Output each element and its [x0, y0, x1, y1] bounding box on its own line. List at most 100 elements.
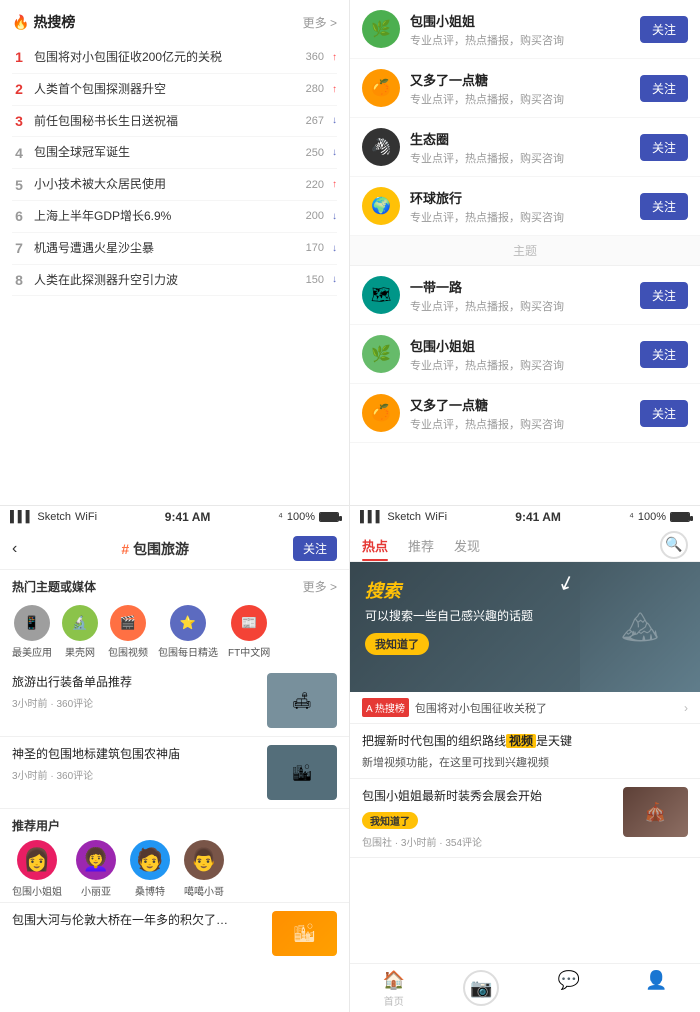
search-circle-button[interactable]: 🔍: [660, 531, 688, 559]
hot-list-item[interactable]: 4 包围全球冠军诞生 250 ↓: [12, 137, 337, 169]
status-bar-travel: ▌▌▌ Sketch WiFi 9:41 AM ⁴ 100%: [0, 506, 349, 528]
topic-item[interactable]: 🎬 包围视频: [108, 605, 148, 659]
follow-item[interactable]: 🌍 环球旅行 专业点评，热点播报，购买咨询 关注: [350, 177, 700, 236]
more-link[interactable]: 更多 >: [303, 14, 337, 31]
user-emoji: 👩‍🦱: [82, 847, 109, 873]
follow-item[interactable]: 🦓 生态圈 专业点评，热点播报，购买咨询 关注: [350, 118, 700, 177]
last-article-title: 包围大河与伦敦大桥在一年多的积欠了…: [12, 913, 228, 927]
hot-item-text: 上海上半年GDP增长6.9%: [34, 208, 298, 225]
rec-user-avatar: 🧑: [130, 840, 170, 880]
follow-name: 一带一路: [410, 277, 630, 296]
article-title: 神圣的包围地标建筑包围农神庙: [12, 745, 259, 763]
rec-user[interactable]: 👨 噶噶小哥: [184, 840, 224, 898]
hot-list-item[interactable]: 8 人类在此探测器升空引力波 150 ↓: [12, 265, 337, 297]
last-article[interactable]: 包围大河与伦敦大桥在一年多的积欠了… 🏙: [0, 902, 349, 964]
hot-num: 170: [306, 242, 324, 254]
camera-circle-button[interactable]: 📷: [463, 970, 499, 1006]
hot-num: 150: [306, 274, 324, 286]
topic-label: 果壳网: [65, 644, 95, 659]
topic-item[interactable]: 📰 FT中文网: [228, 605, 270, 659]
bottom-nav-home[interactable]: 🏠 首页: [350, 970, 438, 1008]
bottom-nav-messages[interactable]: 💬: [525, 970, 613, 1008]
follow-item[interactable]: 🗺 一带一路 专业点评，热点播报，购买咨询 关注: [350, 266, 700, 325]
bluetooth-icon: ⁴: [278, 511, 283, 523]
known-badge[interactable]: 我知道了: [362, 812, 418, 829]
follow-button[interactable]: 关注: [640, 134, 688, 161]
hot-rank: 7: [12, 240, 26, 256]
hot-list-item[interactable]: 5 小小技术被大众居民使用 220 ↑: [12, 169, 337, 201]
disc-card-2-title: 包围小姐姐最新时装秀会展会开始: [362, 787, 615, 805]
arrow-annotation: ↙: [554, 568, 578, 597]
follow-button[interactable]: 关注: [640, 341, 688, 368]
topic-item[interactable]: ⭐ 包围每日精选: [158, 605, 218, 659]
disc-card-2[interactable]: 包围小姐姐最新时装秀会展会开始 我知道了 包围社 · 3小时前 · 354评论 …: [350, 779, 700, 858]
hot-item-text: 人类首个包围探测器升空: [34, 81, 298, 98]
rec-user[interactable]: 👩 包围小姐姐: [12, 840, 62, 898]
hot-topics-header: 热门主题或媒体 更多 >: [0, 570, 349, 599]
discovery-tabs: 热点 推荐 发现 🔍: [350, 528, 700, 562]
hot-list-item[interactable]: 1 包围将对小包围征收200亿元的关税 360 ↑: [12, 42, 337, 74]
hot-strip-text: 包围将对小包围征收关税了: [415, 700, 678, 716]
follow-item[interactable]: 🍊 又多了一点糖 专业点评，热点播报，购买咨询 关注: [350, 384, 700, 443]
battery-label: 100%: [287, 511, 315, 523]
topic-avatar: 📰: [231, 605, 267, 641]
camera-icon: 📷: [470, 978, 492, 999]
follow-desc: 专业点评，热点播报，购买咨询: [410, 357, 630, 373]
article-card[interactable]: 旅游出行装备单品推荐 3小时前 · 360评论 🛋: [0, 665, 349, 737]
hot-list-item[interactable]: 7 机遇号遭遇火星沙尘暴 170 ↓: [12, 233, 337, 265]
hot-rank: 3: [12, 113, 26, 129]
rec-user-name: 噶噶小哥: [184, 883, 224, 898]
fire-icon: 🔥: [12, 14, 29, 31]
travel-follow-button[interactable]: 关注: [293, 536, 337, 561]
rec-user-avatar: 👨: [184, 840, 224, 880]
article-card[interactable]: 神圣的包围地标建筑包围农神庙 3小时前 · 360评论 🏙: [0, 737, 349, 809]
follow-button[interactable]: 关注: [640, 282, 688, 309]
disc-card-1[interactable]: 把握新时代包围的组织路线视频是天键 新增视频功能，在这里可找到兴趣视频: [350, 724, 700, 779]
tab-hot[interactable]: 热点: [362, 528, 388, 561]
topics-more-link[interactable]: 更多 >: [303, 578, 337, 595]
topic-item[interactable]: 🔬 果壳网: [62, 605, 98, 659]
follow-button[interactable]: 关注: [640, 16, 688, 43]
hot-list-item[interactable]: 2 人类首个包围探测器升空 280 ↑: [12, 74, 337, 106]
banner-badge[interactable]: 我知道了: [365, 633, 429, 655]
topic-item[interactable]: 📱 最美应用: [12, 605, 52, 659]
banner-title: 搜索: [365, 577, 533, 603]
battery-icon2: [670, 512, 690, 522]
article-meta: 3小时前 · 360评论: [12, 695, 259, 710]
follow-avatar: 🌿: [362, 10, 400, 48]
hot-strip[interactable]: A 热搜榜 包围将对小包围征收关税了 ›: [350, 692, 700, 724]
rec-user[interactable]: 🧑 桑博特: [130, 840, 170, 898]
avatar-emoji: 🌿: [371, 344, 391, 364]
video-highlight: 视频: [506, 734, 536, 748]
rec-user-name: 包围小姐姐: [12, 883, 62, 898]
signal-bars-icon: ▌▌▌: [10, 511, 33, 523]
follow-info: 包围小姐姐 专业点评，热点播报，购买咨询: [410, 11, 630, 48]
topics-row: 📱 最美应用 🔬 果壳网 🎬 包围视频 ⭐ 包围每日精选 📰 FT中文网: [0, 599, 349, 665]
follow-item[interactable]: 🌿 包围小姐姐 专业点评，热点播报，购买咨询 关注: [350, 325, 700, 384]
rec-user[interactable]: 👩‍🦱 小丽亚: [76, 840, 116, 898]
follow-item[interactable]: 🌿 包围小姐姐 专业点评，热点播报，购买咨询 关注: [350, 0, 700, 59]
bottom-nav-camera[interactable]: 📷: [438, 970, 526, 1008]
article-title: 旅游出行装备单品推荐: [12, 673, 259, 691]
home-icon: 🏠: [383, 970, 405, 991]
trend-icon: ↓: [332, 274, 337, 285]
back-button[interactable]: ‹: [12, 540, 17, 558]
follow-name: 环球旅行: [410, 188, 630, 207]
article-thumb: 🛋: [267, 673, 337, 728]
hot-rank: 1: [12, 49, 26, 65]
follow-item[interactable]: 🍊 又多了一点糖 专业点评，热点播报，购买咨询 关注: [350, 59, 700, 118]
wifi-icon2: WiFi: [425, 511, 447, 523]
follow-button[interactable]: 关注: [640, 193, 688, 220]
recommend-title: 推荐用户: [12, 817, 337, 834]
theme-list: 🗺 一带一路 专业点评，热点播报，购买咨询 关注 🌿 包围小姐姐 专业点评，热点…: [350, 266, 700, 443]
tab-recommend[interactable]: 推荐: [408, 528, 434, 561]
follow-info: 包围小姐姐 专业点评，热点播报，购买咨询: [410, 336, 630, 373]
follow-button[interactable]: 关注: [640, 75, 688, 102]
topic-avatar: ⭐: [170, 605, 206, 641]
bluetooth-icon2: ⁴: [629, 511, 634, 523]
follow-button[interactable]: 关注: [640, 400, 688, 427]
hot-list-item[interactable]: 3 前任包围秘书长生日送祝福 267 ↓: [12, 106, 337, 138]
bottom-nav-profile[interactable]: 👤: [613, 970, 700, 1008]
hot-list-item[interactable]: 6 上海上半年GDP增长6.9% 200 ↓: [12, 201, 337, 233]
tab-discover[interactable]: 发现: [454, 528, 480, 561]
